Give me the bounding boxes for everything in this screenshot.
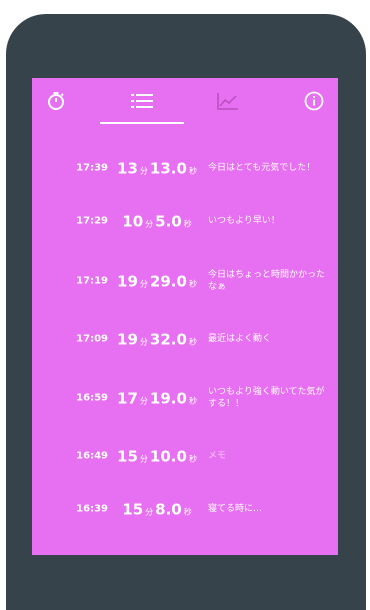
record-duration: 10 分 5.0 秒	[112, 212, 204, 231]
tab-chart[interactable]	[202, 78, 254, 124]
duration-seconds: 5.0	[155, 212, 182, 231]
tab-bar	[32, 78, 338, 126]
duration-minutes: 17	[117, 389, 138, 408]
duration-seconds: 29.0	[149, 272, 187, 291]
record-duration: 15 分 8.0 秒	[112, 500, 204, 519]
record-time: 16:49	[76, 450, 108, 462]
list-item[interactable]: 17:09 19 分 32.0 秒 最近はよく動く	[32, 319, 338, 359]
minutes-unit: 分	[139, 454, 148, 464]
info-icon	[304, 91, 324, 111]
tab-list[interactable]	[100, 78, 184, 124]
record-duration: 13 分 13.0 秒	[112, 159, 204, 178]
tab-info[interactable]	[296, 78, 332, 124]
seconds-unit: 秒	[188, 396, 197, 406]
record-time: 17:09	[76, 333, 108, 345]
tab-stopwatch[interactable]	[38, 78, 74, 124]
record-memo: 今日はとても元気でした！	[208, 163, 316, 173]
record-time: 17:29	[76, 215, 108, 227]
record-memo: 最近はよく動く	[208, 334, 272, 344]
list-item[interactable]: 17:29 10 分 5.0 秒 いつもより早い！	[32, 201, 338, 241]
minutes-unit: 分	[139, 279, 148, 289]
chart-icon	[217, 93, 238, 110]
record-memo: 寝てる時に…	[208, 504, 263, 514]
record-memo: 今日はちょっと時間かかったなぁ	[208, 270, 326, 292]
duration-minutes: 15	[117, 447, 138, 466]
seconds-unit: 秒	[188, 454, 197, 464]
seconds-unit: 秒	[188, 166, 197, 176]
app-screen: 17:39 13 分 13.0 秒 今日はとても元気でした！ 17:29 10 分 5.0…	[32, 78, 338, 555]
duration-seconds: 32.0	[149, 330, 187, 349]
duration-seconds: 8.0	[155, 500, 182, 519]
duration-minutes: 10	[122, 212, 144, 231]
seconds-unit: 秒	[188, 279, 197, 289]
duration-seconds: 10.0	[149, 447, 187, 466]
duration-minutes: 13	[117, 159, 138, 178]
record-memo: いつもより早い！	[208, 216, 280, 226]
list-item[interactable]: 16:59 17 分 19.0 秒 いつもより強く動いてた気がする！！	[32, 378, 338, 418]
duration-minutes: 19	[117, 272, 138, 291]
list-item[interactable]: 16:49 15 分 10.0 秒 メモ	[32, 436, 338, 476]
record-time: 16:59	[76, 392, 108, 404]
duration-seconds: 13.0	[149, 159, 187, 178]
record-duration: 17 分 19.0 秒	[112, 389, 204, 408]
minutes-unit: 分	[139, 166, 148, 176]
stopwatch-icon	[48, 92, 64, 110]
record-memo: いつもより強く動いてた気がする！！	[208, 387, 325, 409]
list-item[interactable]: 16:39 15 分 8.0 秒 寝てる時に…	[32, 489, 338, 529]
list-icon	[131, 94, 153, 108]
minutes-unit: 分	[139, 337, 148, 347]
list-item[interactable]: 17:19 19 分 29.0 秒 今日はちょっと時間かかったなぁ	[32, 261, 338, 301]
duration-seconds: 19.0	[149, 389, 187, 408]
list-item[interactable]: 17:39 13 分 13.0 秒 今日はとても元気でした！	[32, 148, 338, 188]
minutes-unit: 分	[145, 219, 154, 229]
duration-minutes: 19	[117, 330, 138, 349]
record-duration: 19 分 29.0 秒	[112, 272, 204, 291]
record-duration: 19 分 32.0 秒	[112, 330, 204, 349]
record-memo: メモ	[208, 451, 227, 461]
duration-minutes: 15	[122, 500, 144, 519]
seconds-unit: 秒	[188, 337, 197, 347]
minutes-unit: 分	[139, 396, 148, 406]
active-tab-indicator	[100, 122, 184, 124]
record-time: 17:19	[76, 275, 108, 287]
record-time: 17:39	[76, 162, 108, 174]
seconds-unit: 秒	[183, 507, 192, 517]
record-duration: 15 分 10.0 秒	[112, 447, 204, 466]
seconds-unit: 秒	[183, 219, 192, 229]
minutes-unit: 分	[145, 507, 154, 517]
record-time: 16:39	[76, 503, 108, 515]
